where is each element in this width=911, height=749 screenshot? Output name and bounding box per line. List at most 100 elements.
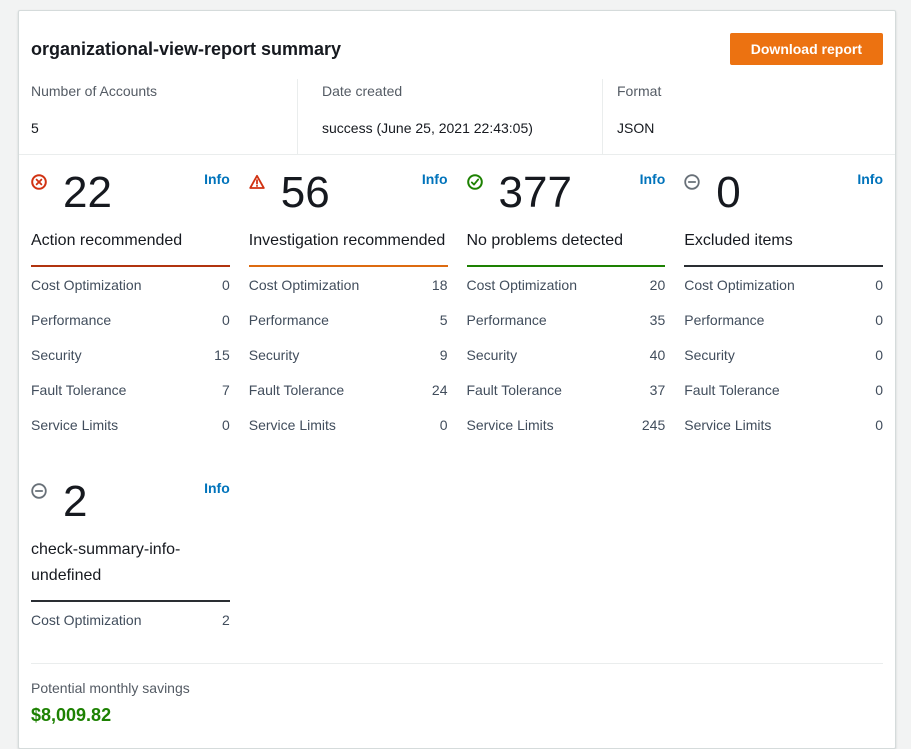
card-check-summary-info-undefined: 2 Info check-summary-info-undefined Cost… [31,476,230,637]
category-value: 35 [650,312,666,328]
category-label: Security [249,347,300,363]
report-meta-row: Number of Accounts 5 Date created succes… [19,79,895,155]
category-row: Security9 [249,337,448,372]
category-row: Security 15 [31,337,230,372]
card-top: 0 Info [684,167,883,219]
category-value: 40 [650,347,666,363]
card-title: check-summary-info-undefined [31,537,230,602]
card-investigation-recommended: 56 Info Investigation recommended Cost O… [249,167,448,442]
category-row: Fault Tolerance 0 [684,372,883,407]
category-label: Fault Tolerance [249,382,344,398]
category-value: 0 [222,277,230,293]
category-value: 7 [222,382,230,398]
category-value: 5 [440,312,448,328]
category-row: Performance5 [249,302,448,337]
info-link[interactable]: Info [204,167,230,187]
card-title: Action recommended [31,228,230,267]
category-row: Performance 0 [31,302,230,337]
category-row: Cost Optimization 0 [31,267,230,302]
category-row: Security 40 [467,337,666,372]
meta-value: JSON [617,120,883,136]
category-label: Cost Optimization [31,612,141,628]
category-label: Fault Tolerance [467,382,562,398]
card-count: 2 [63,476,87,528]
category-value: 15 [214,347,230,363]
category-label: Security [467,347,518,363]
card-rows: Cost Optimization 20 Performance 35 Security… [467,267,666,442]
card-title: No problems detected [467,228,666,267]
panel-header: organizational-view-report summary Downl… [19,11,895,65]
category-label: Performance [467,312,547,328]
category-label: Fault Tolerance [684,382,779,398]
info-link[interactable]: Info [640,167,666,187]
category-value: 0 [875,382,883,398]
card-count: 0 [716,167,740,219]
category-value: 18 [432,277,448,293]
meta-value: success (June 25, 2021 22:43:05) [322,120,590,136]
card-top: 2 Info [31,476,230,528]
category-row: Cost Optimization2 [31,602,230,637]
category-value: 37 [650,382,666,398]
meta-label: Number of Accounts [31,83,285,99]
category-value: 0 [875,312,883,328]
excluded-icon [31,483,47,504]
card-top: 22 Info [31,167,230,219]
summary-cards-grid: 22 Info Action recommended Cost Optimiza… [19,155,895,637]
category-row: Fault Tolerance 37 [467,372,666,407]
category-label: Service Limits [31,417,118,433]
category-label: Cost Optimization [249,277,359,293]
card-top: 377 Info [467,167,666,219]
category-row: Cost Optimization0 [684,267,883,302]
meta-format: Format JSON [602,79,895,154]
card-rows: Cost Optimization 18 Performance5Security9… [249,267,448,442]
category-label: Cost Optimization [31,277,141,293]
savings-value: $8,009.82 [31,705,883,726]
category-row: Service Limits 0 [31,407,230,442]
card-no-problems-detected: 377 Info No problems detected Cost Optim… [467,167,666,442]
error-icon [31,174,47,195]
category-row: Service Limits 0 [684,407,883,442]
card-count: 56 [281,167,330,219]
category-label: Service Limits [467,417,554,433]
category-row: Service Limits 0 [249,407,448,442]
category-value: 0 [440,417,448,433]
category-label: Security [31,347,82,363]
page-title: organizational-view-report summary [31,33,341,60]
warning-icon [249,174,265,195]
info-link[interactable]: Info [422,167,448,187]
meta-label: Format [617,83,883,99]
report-summary-panel: organizational-view-report summary Downl… [18,10,896,749]
category-row: Service Limits245 [467,407,666,442]
card-count: 22 [63,167,112,219]
category-value: 0 [875,277,883,293]
info-link[interactable]: Info [204,476,230,496]
category-row: Security0 [684,337,883,372]
category-label: Performance [684,312,764,328]
category-row: Performance 35 [467,302,666,337]
category-row: Cost Optimization 18 [249,267,448,302]
category-value: 0 [222,417,230,433]
category-label: Service Limits [249,417,336,433]
category-value: 20 [650,277,666,293]
info-link[interactable]: Info [857,167,883,187]
card-title: Investigation recommended [249,228,448,267]
meta-label: Date created [322,83,590,99]
download-report-button[interactable]: Download report [730,33,883,65]
category-value: 0 [875,417,883,433]
card-top: 56 Info [249,167,448,219]
card-title: Excluded items [684,228,883,267]
category-label: Security [684,347,735,363]
category-row: Cost Optimization 20 [467,267,666,302]
card-rows: Cost Optimization0Performance0Security0F… [684,267,883,442]
savings-label: Potential monthly savings [31,680,883,696]
category-value: 24 [432,382,448,398]
excluded-icon [684,174,700,195]
meta-value: 5 [31,120,285,136]
card-rows: Cost Optimization2 [31,602,230,637]
category-row: Fault Tolerance 24 [249,372,448,407]
category-label: Service Limits [684,417,771,433]
category-value: 0 [222,312,230,328]
category-label: Cost Optimization [467,277,577,293]
category-label: Performance [31,312,111,328]
card-count: 377 [499,167,572,219]
